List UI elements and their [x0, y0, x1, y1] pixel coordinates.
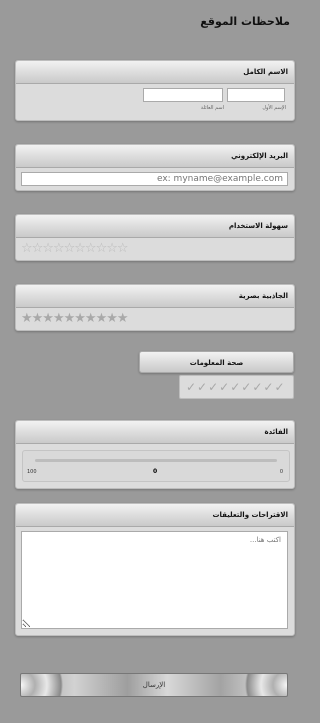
usefulness-label: الفائدة — [16, 421, 294, 444]
page-title: ملاحظات الموقع — [200, 15, 290, 28]
ease-of-use-section: سهولة الاستخدام ☆☆☆☆☆☆☆☆☆☆ — [15, 214, 295, 261]
comments-textarea[interactable] — [21, 531, 288, 629]
info-accuracy-label: صحة المعلومات — [139, 351, 294, 373]
slider-min-label: 0 — [279, 469, 283, 475]
full-name-label: الاسم الكامل — [16, 61, 294, 84]
first-name-input[interactable] — [227, 88, 285, 102]
ease-of-use-label: سهولة الاستخدام — [16, 215, 294, 238]
usefulness-section: الفائدة 100 0 0 — [15, 420, 295, 489]
slider-track[interactable] — [35, 459, 277, 462]
visual-appeal-section: الجاذبية بصرية ★★★★★★★★★★ — [15, 284, 295, 331]
slider-value: 0 — [153, 468, 158, 475]
usefulness-slider[interactable]: 100 0 0 — [22, 450, 290, 482]
first-name-sublabel: الإسم الأول — [262, 105, 286, 111]
last-name-input[interactable] — [143, 88, 223, 102]
email-input[interactable] — [21, 172, 288, 186]
email-section: البريد الإلكتروني — [15, 144, 295, 191]
ease-of-use-star-rating[interactable]: ☆☆☆☆☆☆☆☆☆☆ — [21, 242, 129, 256]
comments-section: الاقتراحات والتعليقات — [15, 503, 295, 636]
slider-max-label: 100 — [27, 469, 37, 475]
submit-button[interactable]: الإرسال — [20, 673, 288, 697]
last-name-sublabel: اسم العائلة — [200, 105, 224, 111]
email-label: البريد الإلكتروني — [16, 145, 294, 168]
visual-appeal-star-rating[interactable]: ★★★★★★★★★★ — [21, 312, 129, 326]
info-accuracy-rating: ✓✓✓✓✓✓✓✓✓ — [179, 375, 294, 399]
comments-label: الاقتراحات والتعليقات — [16, 504, 294, 527]
info-accuracy-check-marks[interactable]: ✓✓✓✓✓✓✓✓✓ — [186, 380, 286, 394]
visual-appeal-label: الجاذبية بصرية — [16, 285, 294, 308]
full-name-section: الاسم الكامل الإسم الأول اسم العائلة — [15, 60, 295, 121]
